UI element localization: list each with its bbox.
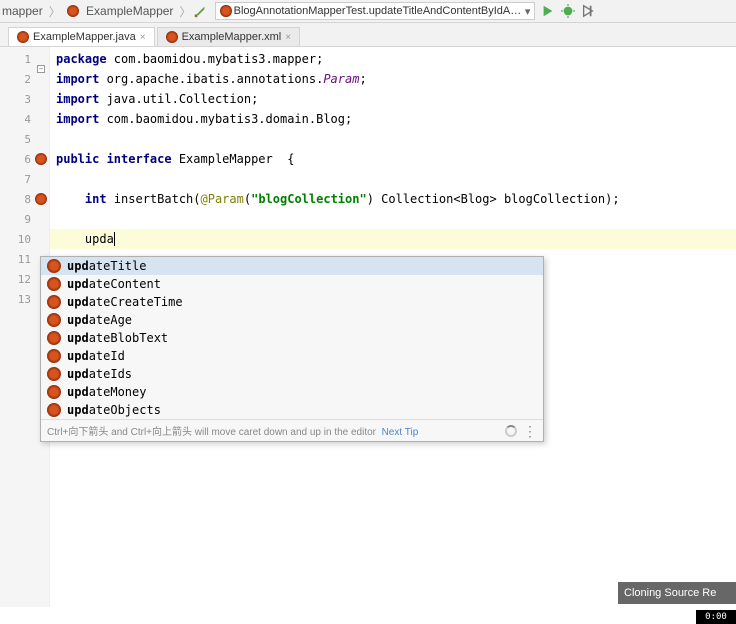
bug-icon bbox=[220, 5, 231, 17]
chevron-down-icon: ▾ bbox=[525, 5, 531, 18]
xml-icon bbox=[166, 31, 178, 43]
caret bbox=[114, 232, 115, 246]
tab-label: ExampleMapper.xml bbox=[182, 31, 282, 43]
line-number: 6 bbox=[0, 149, 49, 169]
cloning-panel[interactable]: Cloning Source Re bbox=[618, 582, 736, 604]
method-icon bbox=[47, 331, 61, 345]
breadcrumb-mapper[interactable]: mapper bbox=[2, 4, 43, 18]
completion-item[interactable]: updateIds bbox=[41, 365, 543, 383]
line-number: 1− bbox=[0, 49, 49, 69]
current-line[interactable]: upda bbox=[50, 229, 736, 249]
toolbar-actions bbox=[541, 4, 595, 18]
spinner-icon bbox=[505, 425, 517, 437]
method-icon bbox=[47, 403, 61, 417]
gutter-marker-icon[interactable] bbox=[35, 193, 47, 205]
completion-item[interactable]: updateContent bbox=[41, 275, 543, 293]
line-number: 4 bbox=[0, 109, 49, 129]
top-toolbar: mapper 〉 ExampleMapper 〉 BlogAnnotationM… bbox=[0, 0, 736, 23]
breadcrumb-file[interactable]: ExampleMapper bbox=[67, 4, 174, 18]
tab-example-mapper-xml[interactable]: ExampleMapper.xml × bbox=[157, 27, 301, 46]
completion-item[interactable]: updateId bbox=[41, 347, 543, 365]
completion-item[interactable]: updateCreateTime bbox=[41, 293, 543, 311]
bug-icon bbox=[67, 5, 79, 17]
line-number: 10 bbox=[0, 229, 49, 249]
method-icon bbox=[47, 349, 61, 363]
breadcrumb-sep-2: 〉 bbox=[179, 3, 191, 20]
build-icon[interactable] bbox=[193, 4, 207, 18]
timer-badge: 0:00 bbox=[696, 610, 736, 624]
editor-tabs: ExampleMapper.java × ExampleMapper.xml × bbox=[0, 23, 736, 47]
autocomplete-popup: updateTitle updateContent updateCreateTi… bbox=[40, 256, 544, 442]
completion-item[interactable]: updateAge bbox=[41, 311, 543, 329]
line-number: 8 bbox=[0, 189, 49, 209]
run-config-selector[interactable]: BlogAnnotationMapperTest.updateTitleAndC… bbox=[215, 2, 535, 20]
completion-item[interactable]: updateObjects bbox=[41, 401, 543, 419]
java-icon bbox=[17, 31, 29, 43]
method-icon bbox=[47, 385, 61, 399]
completion-item[interactable]: updateMoney bbox=[41, 383, 543, 401]
debug-icon[interactable] bbox=[561, 4, 575, 18]
method-icon bbox=[47, 295, 61, 309]
tip-text: Ctrl+向下箭头 and Ctrl+向上箭头 will move caret … bbox=[47, 427, 376, 438]
line-number: 2 bbox=[0, 69, 49, 89]
coverage-icon[interactable] bbox=[581, 4, 595, 18]
completion-item[interactable]: updateBlobText bbox=[41, 329, 543, 347]
tab-example-mapper-java[interactable]: ExampleMapper.java × bbox=[8, 27, 155, 46]
line-number: 9 bbox=[0, 209, 49, 229]
breadcrumb-file-label: ExampleMapper bbox=[86, 4, 173, 18]
tab-label: ExampleMapper.java bbox=[33, 31, 136, 43]
breadcrumb: mapper 〉 ExampleMapper 〉 bbox=[2, 3, 193, 20]
completion-item[interactable]: updateTitle bbox=[41, 257, 543, 275]
run-config-label: BlogAnnotationMapperTest.updateTitleAndC… bbox=[234, 5, 523, 17]
method-icon bbox=[47, 277, 61, 291]
next-tip-link[interactable]: Next Tip bbox=[382, 427, 419, 438]
line-number: 5 bbox=[0, 129, 49, 149]
run-icon[interactable] bbox=[541, 4, 555, 18]
close-icon[interactable]: × bbox=[140, 32, 146, 43]
method-icon bbox=[47, 367, 61, 381]
method-icon bbox=[47, 313, 61, 327]
popup-footer: Ctrl+向下箭头 and Ctrl+向上箭头 will move caret … bbox=[41, 419, 543, 441]
gutter-marker-icon[interactable] bbox=[35, 153, 47, 165]
more-icon[interactable]: ⋮ bbox=[523, 427, 537, 435]
method-icon bbox=[47, 259, 61, 273]
line-number: 7 bbox=[0, 169, 49, 189]
breadcrumb-sep: 〉 bbox=[49, 3, 61, 20]
line-number: 3 bbox=[0, 89, 49, 109]
close-icon[interactable]: × bbox=[285, 32, 291, 43]
